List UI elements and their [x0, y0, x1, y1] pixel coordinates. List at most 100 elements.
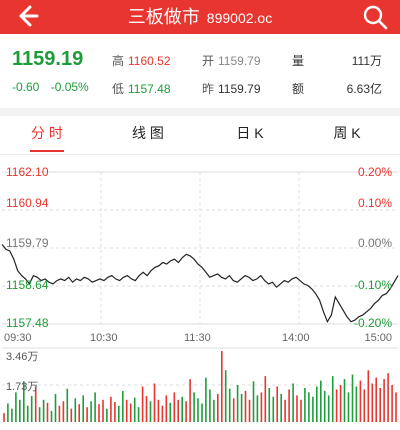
volume-tick-label: 3.46万 — [6, 351, 39, 363]
volume-bar — [355, 386, 358, 422]
volume-bar — [42, 399, 45, 422]
volume-bar — [379, 388, 381, 422]
volume-bar — [363, 389, 366, 422]
volume-bar — [157, 399, 160, 422]
price-tick-label: 1160.94 — [6, 196, 49, 210]
volume-label: 量 — [292, 54, 305, 68]
volume-bar — [153, 383, 156, 422]
price-change: -0.60 -0.05% — [12, 80, 97, 94]
volume-bar — [86, 407, 88, 422]
high-label: 高 — [112, 54, 125, 68]
volume-bar — [161, 405, 164, 422]
volume-bar — [296, 395, 298, 422]
section-divider — [0, 108, 400, 116]
volume-bar — [82, 395, 84, 422]
prev-close-field: 昨 1159.79 — [202, 80, 261, 97]
low-label: 低 — [112, 82, 125, 96]
volume-bar — [137, 407, 140, 422]
volume-bar — [54, 393, 57, 422]
volume-bar — [90, 401, 92, 422]
volume-bar — [106, 408, 108, 422]
volume-bar — [3, 413, 5, 422]
change-value: -0.60 — [12, 80, 40, 94]
intraday-chart[interactable]: 1162.10 1160.94 1159.79 1158.64 1157.48 … — [0, 156, 400, 425]
volume-bar — [367, 370, 370, 422]
tab-weekly-k[interactable]: 周 K — [312, 116, 382, 154]
tab-daily-k[interactable]: 日 K — [215, 116, 285, 154]
change-percent: -0.05% — [50, 80, 89, 94]
volume-bar — [205, 377, 207, 422]
prev-close-label: 昨 — [202, 82, 215, 96]
volume-bar — [94, 392, 96, 422]
volume-bar — [19, 399, 21, 422]
time-tick-label: 15:00 — [364, 332, 392, 344]
volume-bar — [50, 410, 53, 422]
volume-value: 111万 — [351, 54, 382, 68]
volume-bar — [58, 405, 61, 422]
volume-bar — [288, 389, 290, 422]
volume-bar — [169, 402, 172, 422]
last-price: 1159.19 — [12, 48, 84, 70]
volume-bar — [173, 392, 176, 422]
tab-line-label: 线 图 — [132, 125, 164, 141]
tab-weekly-k-label: 周 K — [333, 125, 361, 141]
volume-bar — [7, 403, 9, 422]
price-tick-label: 1157.48 — [6, 316, 49, 330]
volume-bar — [260, 392, 263, 422]
volume-bar — [268, 388, 271, 422]
pct-tick-label: 0.00% — [357, 236, 392, 250]
time-tick-label: 09:30 — [4, 332, 32, 344]
volume-bar — [232, 398, 235, 422]
volume-bar — [181, 396, 183, 422]
volume-bar — [145, 396, 148, 422]
top-bar: 三板做市 899002.oc — [0, 0, 400, 34]
index-name: 三板做市 — [127, 7, 200, 27]
volume-bar — [256, 395, 259, 422]
low-value: 1157.48 — [128, 82, 171, 96]
volume-bar — [66, 388, 69, 422]
volume-bar — [62, 401, 65, 422]
volume-bar — [141, 386, 144, 422]
volume-bar — [201, 403, 203, 422]
volume-bar — [387, 373, 389, 422]
volume-bar — [284, 399, 286, 422]
pct-tick-label: -0.10% — [353, 278, 392, 292]
volume-bar — [209, 389, 211, 422]
open-label: 开 — [202, 54, 215, 68]
volume-bar — [217, 393, 219, 422]
volume-bar — [359, 380, 362, 422]
volume-bar — [15, 392, 17, 422]
volume-bar — [98, 404, 100, 422]
volume-bar — [391, 385, 393, 422]
volume-bar — [335, 389, 338, 422]
volume-bar — [240, 393, 243, 422]
tab-line[interactable]: 线 图 — [113, 116, 183, 154]
high-value: 1160.52 — [128, 54, 171, 68]
index-code: 899002.oc — [206, 10, 273, 26]
prev-close-value: 1159.79 — [218, 82, 261, 96]
volume-bar — [114, 402, 116, 422]
quote-panel: 1159.19 -0.60 -0.05% 高 1160.52 低 1157.48 开… — [0, 34, 400, 106]
volume-bar — [46, 402, 49, 422]
pct-tick-label: 0.10% — [357, 196, 392, 210]
volume-bar — [213, 399, 215, 422]
volume-bar — [122, 390, 124, 422]
volume-bar — [228, 388, 231, 422]
price-tick-label: 1158.64 — [6, 278, 49, 292]
page-title: 三板做市 899002.oc — [0, 0, 400, 35]
volume-bar — [308, 392, 310, 422]
volume-bar — [70, 408, 73, 422]
volume-bar — [177, 399, 179, 422]
volume-bar — [292, 383, 294, 422]
volume-bar — [375, 377, 377, 422]
volume-bar — [351, 374, 354, 422]
tab-daily-k-label: 日 K — [236, 125, 264, 141]
low-field: 低 1157.48 — [112, 80, 171, 97]
volume-bar — [316, 386, 318, 422]
volume-bar — [74, 398, 77, 422]
price-tick-label: 1159.79 — [6, 236, 49, 250]
search-icon[interactable] — [362, 4, 388, 30]
volume-bar — [383, 379, 385, 422]
tab-intraday[interactable]: 分 时 — [12, 116, 82, 154]
volume-bar — [252, 381, 255, 422]
